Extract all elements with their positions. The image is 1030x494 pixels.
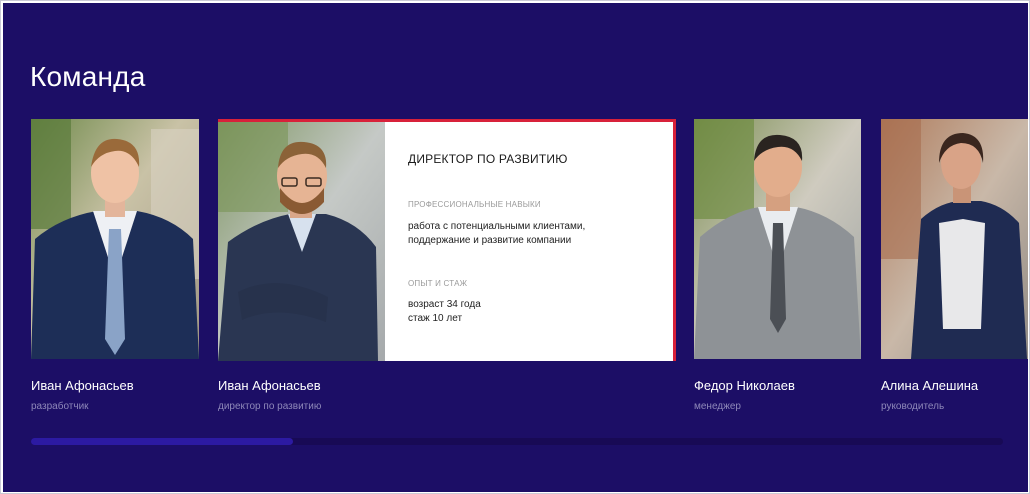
member-photo — [31, 119, 199, 359]
carousel-scrollbar[interactable] — [31, 438, 1003, 445]
page-frame: Команда Иван Афонасьев разработчик ДИРЕК… — [0, 0, 1030, 494]
member-name: Иван Афонасьев — [31, 378, 134, 393]
member-role: разработчик — [31, 401, 89, 412]
member-photo — [218, 122, 385, 361]
experience-label: ОПЫТ И СТАЖ — [408, 279, 468, 288]
member-role: менеджер — [694, 401, 741, 412]
skills-text-line1: работа с потенциальными клиентами, — [408, 221, 586, 232]
skills-text-line2: поддержание и развитие компании — [408, 235, 572, 246]
member-role: директор по развитию — [218, 401, 322, 412]
team-section: Команда Иван Афонасьев разработчик ДИРЕК… — [3, 3, 1028, 492]
member-photo — [694, 119, 861, 359]
member-name: Иван Афонасьев — [218, 378, 321, 393]
member-name: Алина Алешина — [881, 378, 979, 393]
section-title: Команда — [30, 61, 146, 92]
member-role: руководитель — [881, 401, 945, 412]
skills-label: ПРОФЕССИОНАЛЬНЫЕ НАВЫКИ — [408, 200, 541, 209]
expanded-card: ДИРЕКТОР ПО РАЗВИТИЮ ПРОФЕССИОНАЛЬНЫЕ НА… — [218, 119, 676, 361]
scrollbar-thumb[interactable] — [31, 438, 294, 445]
member-name: Федор Николаев — [694, 378, 795, 393]
experience-text-line1: возраст 34 года — [408, 299, 481, 310]
member-photo — [881, 119, 1028, 359]
experience-text-line2: стаж 10 лет — [408, 313, 463, 324]
details-title: ДИРЕКТОР ПО РАЗВИТИЮ — [408, 152, 568, 166]
